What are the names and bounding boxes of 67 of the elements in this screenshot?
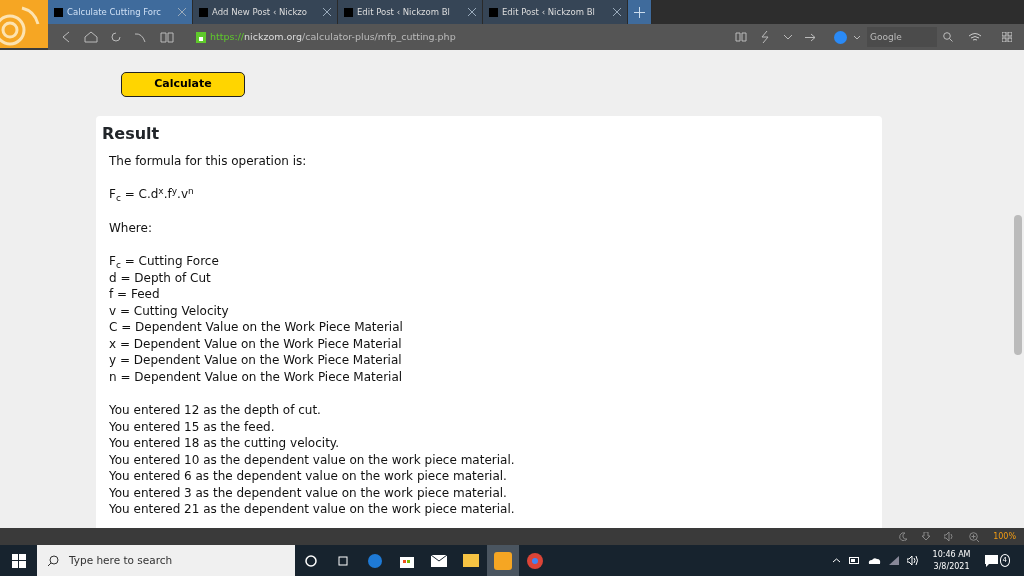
- result-line: F$_{c}$ = C.d$^{x}$.f$^{y}$.v$^{n}$: [109, 186, 194, 203]
- zoom-level[interactable]: 100%: [993, 530, 1016, 543]
- notification-icon[interactable]: [984, 554, 998, 567]
- result-line: You entered 6 as the dependent value on the work piece material.: [109, 468, 507, 485]
- clock-time[interactable]: 10:46 AM: [932, 548, 971, 561]
- chevron-down-icon[interactable]: [783, 34, 793, 40]
- moon-icon[interactable]: [899, 532, 909, 541]
- result-line: You entered 15 as the feed.: [109, 418, 275, 436]
- zoom-in-icon[interactable]: [969, 531, 980, 542]
- speaker-icon[interactable]: [906, 556, 919, 565]
- result-line: v = Cutting Velocity: [109, 302, 229, 320]
- result-line: d = Depth of Cut: [109, 269, 211, 287]
- site-icon: [54, 7, 63, 17]
- result-line: The formula for this operation is:: [109, 152, 307, 170]
- site-icon: [489, 7, 498, 17]
- search-engine-icon[interactable]: [834, 30, 847, 44]
- search-icon[interactable]: [943, 32, 953, 42]
- browser-tab[interactable]: Edit Post ‹ Nickzom Bl: [483, 0, 628, 24]
- browser-tab[interactable]: Add New Post ‹ Nickzo: [193, 0, 338, 24]
- result-line: You entered 3 as the dependent value on the work piece material.: [109, 484, 507, 502]
- taskbar-search-field[interactable]: Type here to search: [37, 545, 295, 576]
- network-icon[interactable]: [888, 556, 899, 565]
- result-line: You entered 18 as the cutting velocity.: [109, 435, 340, 452]
- result-heading: Result: [102, 123, 161, 143]
- result-line: y = Dependent Value on the Work Piece Material: [109, 352, 402, 369]
- close-icon[interactable]: [468, 8, 476, 16]
- new-tab-button[interactable]: [628, 0, 652, 24]
- forward-icon[interactable]: [805, 32, 816, 42]
- book-icon[interactable]: [160, 31, 174, 43]
- back-icon[interactable]: [62, 31, 70, 43]
- result-line: You entered 12 as the depth of cut.: [109, 402, 321, 419]
- book-icon[interactable]: [735, 32, 747, 42]
- result-line: F$_{c}$ = Cutting Force: [109, 253, 219, 270]
- clock-date[interactable]: 3/8/2021: [932, 560, 971, 573]
- site-icon: [199, 7, 208, 17]
- result-line: f = Feed: [109, 286, 160, 303]
- lock-icon: [196, 31, 206, 43]
- grid-icon[interactable]: [1002, 32, 1012, 42]
- result-line: You entered 10 as the dependent value on the work piece material.: [109, 451, 515, 469]
- windows-start-icon[interactable]: [12, 553, 26, 568]
- reload-icon[interactable]: [110, 31, 122, 43]
- result-line: C = Dependent Value on the Work Piece Material: [109, 319, 403, 336]
- cloud-icon[interactable]: [867, 557, 881, 564]
- result-line: You entered 21 as the dependent value on the work piece material.: [109, 501, 515, 518]
- result-line: Where:: [109, 219, 152, 237]
- browser-app-icon[interactable]: [487, 545, 519, 576]
- download-icon[interactable]: [922, 532, 931, 541]
- search-field[interactable]: Google: [867, 27, 937, 47]
- browser-tab[interactable]: Calculate Cutting Forc: [48, 0, 193, 24]
- battery-icon[interactable]: [848, 557, 860, 564]
- scrollbar-thumb[interactable]: [1014, 215, 1022, 355]
- close-icon[interactable]: [178, 8, 186, 16]
- wifi-icon[interactable]: [968, 32, 982, 42]
- site-icon: [344, 7, 353, 17]
- lightning-icon[interactable]: [761, 31, 769, 43]
- chevron-down-icon[interactable]: [853, 34, 861, 40]
- search-icon: [47, 554, 59, 567]
- plus-icon: [634, 6, 645, 18]
- chevron-up-icon[interactable]: [831, 558, 841, 563]
- result-line: n = Dependent Value on the Work Piece Material: [109, 368, 403, 386]
- close-icon[interactable]: [613, 8, 621, 16]
- home-icon[interactable]: [84, 31, 98, 43]
- browser-tab[interactable]: Edit Post ‹ Nickzom Bl: [338, 0, 483, 24]
- close-icon[interactable]: [323, 8, 331, 16]
- result-line: x = Dependent Value on the Work Piece Material: [109, 335, 402, 353]
- calculate-button[interactable]: Calculate: [121, 71, 245, 97]
- url-text[interactable]: https://nickzom.org/calculator-plus/mfp_cutting.php: [210, 29, 456, 45]
